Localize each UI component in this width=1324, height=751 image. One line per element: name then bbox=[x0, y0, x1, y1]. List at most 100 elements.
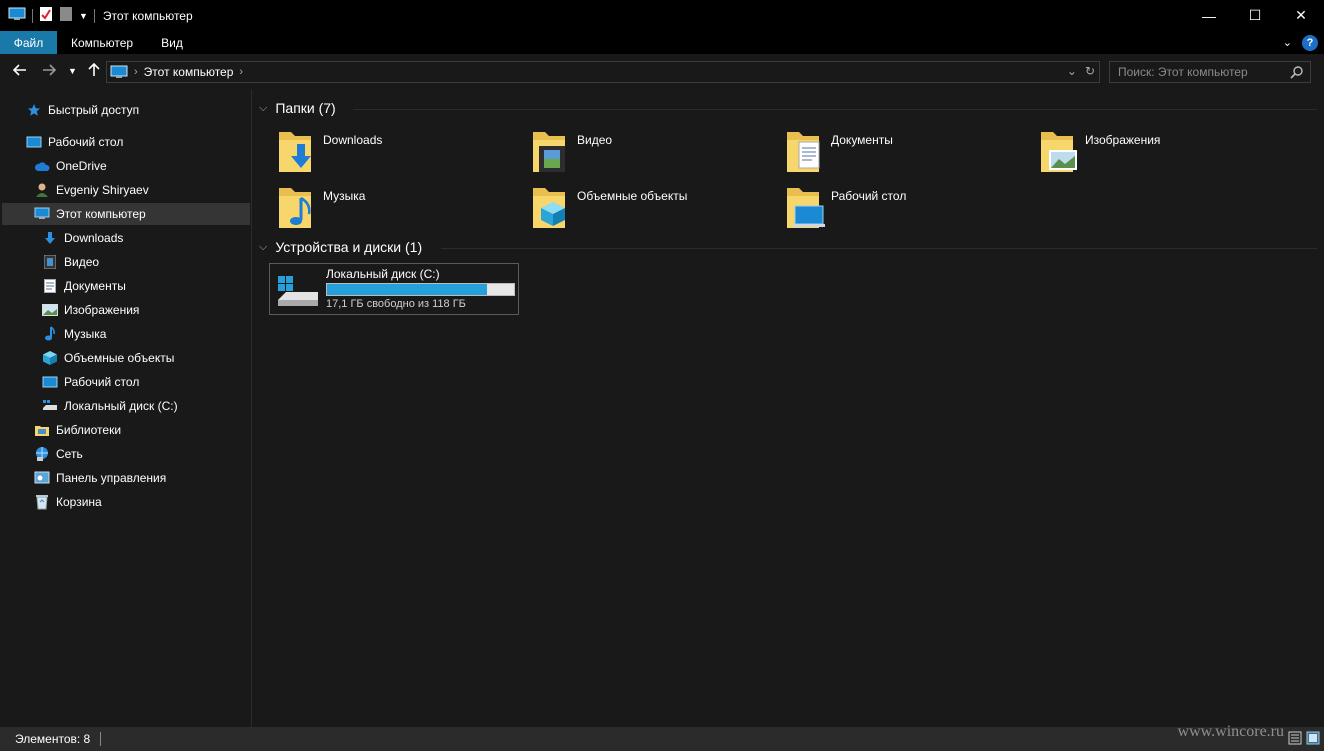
forward-arrow-icon[interactable] bbox=[41, 62, 57, 83]
customize-toolbar-icon[interactable]: ▼ bbox=[79, 11, 88, 21]
sidebar-item-control-panel[interactable]: Панель управления bbox=[34, 467, 166, 489]
group-title: Папки (7) bbox=[275, 100, 336, 116]
breadcrumb-chevron-icon[interactable]: › bbox=[134, 66, 138, 78]
folder-label: Downloads bbox=[323, 133, 383, 147]
download-icon bbox=[275, 128, 319, 174]
devices-group-header[interactable]: ⌵ Устройства и диски (1) bbox=[259, 239, 422, 255]
search-box[interactable] bbox=[1109, 61, 1311, 83]
computer-icon bbox=[34, 206, 50, 222]
tab-file[interactable]: Файл bbox=[0, 31, 57, 54]
folder-tile-3d-objects[interactable]: Объемные объекты bbox=[507, 184, 747, 234]
ribbon-tabs: Файл Компьютер Вид ⌄ ? bbox=[0, 31, 1324, 54]
star-icon bbox=[26, 102, 42, 118]
breadcrumb-chevron-icon[interactable]: › bbox=[239, 66, 243, 78]
recycle-bin-icon bbox=[34, 494, 50, 510]
view-switcher bbox=[1288, 731, 1320, 748]
user-icon bbox=[34, 182, 50, 198]
drive-icon bbox=[42, 398, 58, 414]
computer-icon[interactable] bbox=[8, 7, 26, 24]
sidebar-item-desktop-root[interactable]: Рабочий стол bbox=[26, 131, 123, 153]
quick-access-toolbar: ▼ bbox=[0, 0, 95, 31]
maximize-button[interactable]: ☐ bbox=[1232, 0, 1278, 31]
folders-group-header[interactable]: ⌵ Папки (7) bbox=[259, 100, 336, 116]
control-panel-icon bbox=[34, 470, 50, 486]
sidebar-item-network[interactable]: Сеть bbox=[34, 443, 83, 465]
sidebar-item-label: Downloads bbox=[64, 231, 124, 245]
desktop-icon bbox=[783, 184, 827, 230]
tab-computer[interactable]: Компьютер bbox=[57, 31, 147, 54]
download-icon bbox=[42, 230, 58, 246]
folder-tile-downloads[interactable]: Downloads bbox=[253, 128, 493, 178]
computer-icon bbox=[110, 65, 128, 79]
document-icon bbox=[42, 278, 58, 294]
folder-tile-desktop[interactable]: Рабочий стол bbox=[761, 184, 1001, 234]
close-button[interactable]: ✕ bbox=[1278, 0, 1324, 31]
sidebar-item-recycle-bin[interactable]: Корзина bbox=[34, 491, 102, 513]
folder-label: Объемные объекты bbox=[577, 189, 688, 203]
drive-usage-fill bbox=[327, 284, 487, 295]
folder-label: Документы bbox=[831, 133, 893, 147]
cloud-icon bbox=[34, 158, 50, 174]
back-arrow-icon[interactable] bbox=[12, 62, 28, 83]
video-icon bbox=[529, 128, 573, 174]
navigation-pane: Быстрый доступ Рабочий стол OneDrive Evg… bbox=[0, 90, 252, 727]
sidebar-item-user[interactable]: Evgeniy Shiryaev bbox=[34, 179, 149, 201]
item-count: Элементов: 8 bbox=[15, 732, 91, 746]
sidebar-item-onedrive[interactable]: OneDrive bbox=[34, 155, 107, 177]
address-bar[interactable]: › Этот компьютер › ⌄ ↻ bbox=[106, 61, 1100, 83]
separator bbox=[100, 732, 102, 746]
sidebar-item-documents[interactable]: Документы bbox=[42, 275, 126, 297]
folder-tile-pictures[interactable]: Изображения bbox=[1015, 128, 1255, 178]
sidebar-item-music[interactable]: Музыка bbox=[42, 323, 106, 345]
sidebar-item-3d-objects[interactable]: Объемные объекты bbox=[42, 347, 174, 369]
expand-ribbon-icon[interactable]: ⌄ bbox=[1283, 36, 1292, 49]
refresh-icon[interactable]: ↻ bbox=[1085, 64, 1095, 78]
separator bbox=[93, 8, 95, 23]
sidebar-item-label: Объемные объекты bbox=[64, 351, 175, 365]
sidebar-item-desktop[interactable]: Рабочий стол bbox=[42, 371, 139, 393]
search-input[interactable] bbox=[1110, 65, 1280, 79]
drive-icon bbox=[274, 274, 320, 311]
sidebar-item-label: OneDrive bbox=[56, 159, 107, 173]
up-arrow-icon[interactable] bbox=[86, 62, 102, 83]
sidebar-item-local-disk[interactable]: Локальный диск (C:) bbox=[42, 395, 178, 417]
drive-tile-c[interactable]: Локальный диск (C:) 17,1 ГБ свободно из … bbox=[269, 263, 519, 315]
drive-label: Локальный диск (C:) bbox=[326, 267, 440, 281]
title-bar: ▼ Этот компьютер — ☐ ✕ bbox=[0, 0, 1324, 31]
properties-icon[interactable] bbox=[39, 6, 53, 25]
folder-tile-documents[interactable]: Документы bbox=[761, 128, 1001, 178]
sidebar-item-label: Видео bbox=[64, 255, 100, 269]
sidebar-item-quick-access[interactable]: Быстрый доступ bbox=[26, 99, 139, 121]
sidebar-item-video[interactable]: Видео bbox=[42, 251, 99, 273]
tab-view[interactable]: Вид bbox=[147, 31, 197, 54]
network-icon bbox=[34, 446, 50, 462]
drive-usage-bar bbox=[326, 283, 515, 296]
watermark-text: www.wincore.ru bbox=[1177, 723, 1284, 740]
address-dropdown-icon[interactable]: ⌄ bbox=[1067, 64, 1077, 78]
video-icon bbox=[42, 254, 58, 270]
sidebar-item-label: Рабочий стол bbox=[64, 375, 140, 389]
cube-icon bbox=[42, 350, 58, 366]
collapse-chevron-icon[interactable]: ⌵ bbox=[259, 102, 267, 115]
sidebar-item-label: Документы bbox=[64, 279, 126, 293]
recent-locations-chevron-icon[interactable]: ▼ bbox=[68, 62, 77, 80]
new-folder-icon[interactable] bbox=[59, 6, 73, 25]
folder-tile-music[interactable]: Музыка bbox=[253, 184, 493, 234]
desktop-icon bbox=[26, 134, 42, 150]
breadcrumb-this-pc[interactable]: Этот компьютер bbox=[144, 65, 234, 79]
sidebar-item-this-pc[interactable]: Этот компьютер bbox=[2, 203, 250, 225]
search-icon[interactable] bbox=[1290, 65, 1304, 82]
folder-tile-video[interactable]: Видео bbox=[507, 128, 747, 178]
minimize-button[interactable]: — bbox=[1186, 0, 1232, 31]
address-bar-actions: ⌄ ↻ bbox=[1067, 64, 1095, 78]
window-controls: — ☐ ✕ bbox=[1186, 0, 1324, 31]
sidebar-item-libraries[interactable]: Библиотеки bbox=[34, 419, 121, 441]
collapse-chevron-icon[interactable]: ⌵ bbox=[259, 241, 267, 254]
sidebar-item-pictures[interactable]: Изображения bbox=[42, 299, 139, 321]
details-view-icon[interactable] bbox=[1288, 731, 1302, 748]
sidebar-item-downloads[interactable]: Downloads bbox=[42, 227, 123, 249]
tiles-view-icon[interactable] bbox=[1306, 731, 1320, 748]
folder-label: Рабочий стол bbox=[831, 189, 907, 203]
sidebar-item-label: Локальный диск (C:) bbox=[64, 399, 178, 413]
help-icon[interactable]: ? bbox=[1302, 34, 1318, 51]
